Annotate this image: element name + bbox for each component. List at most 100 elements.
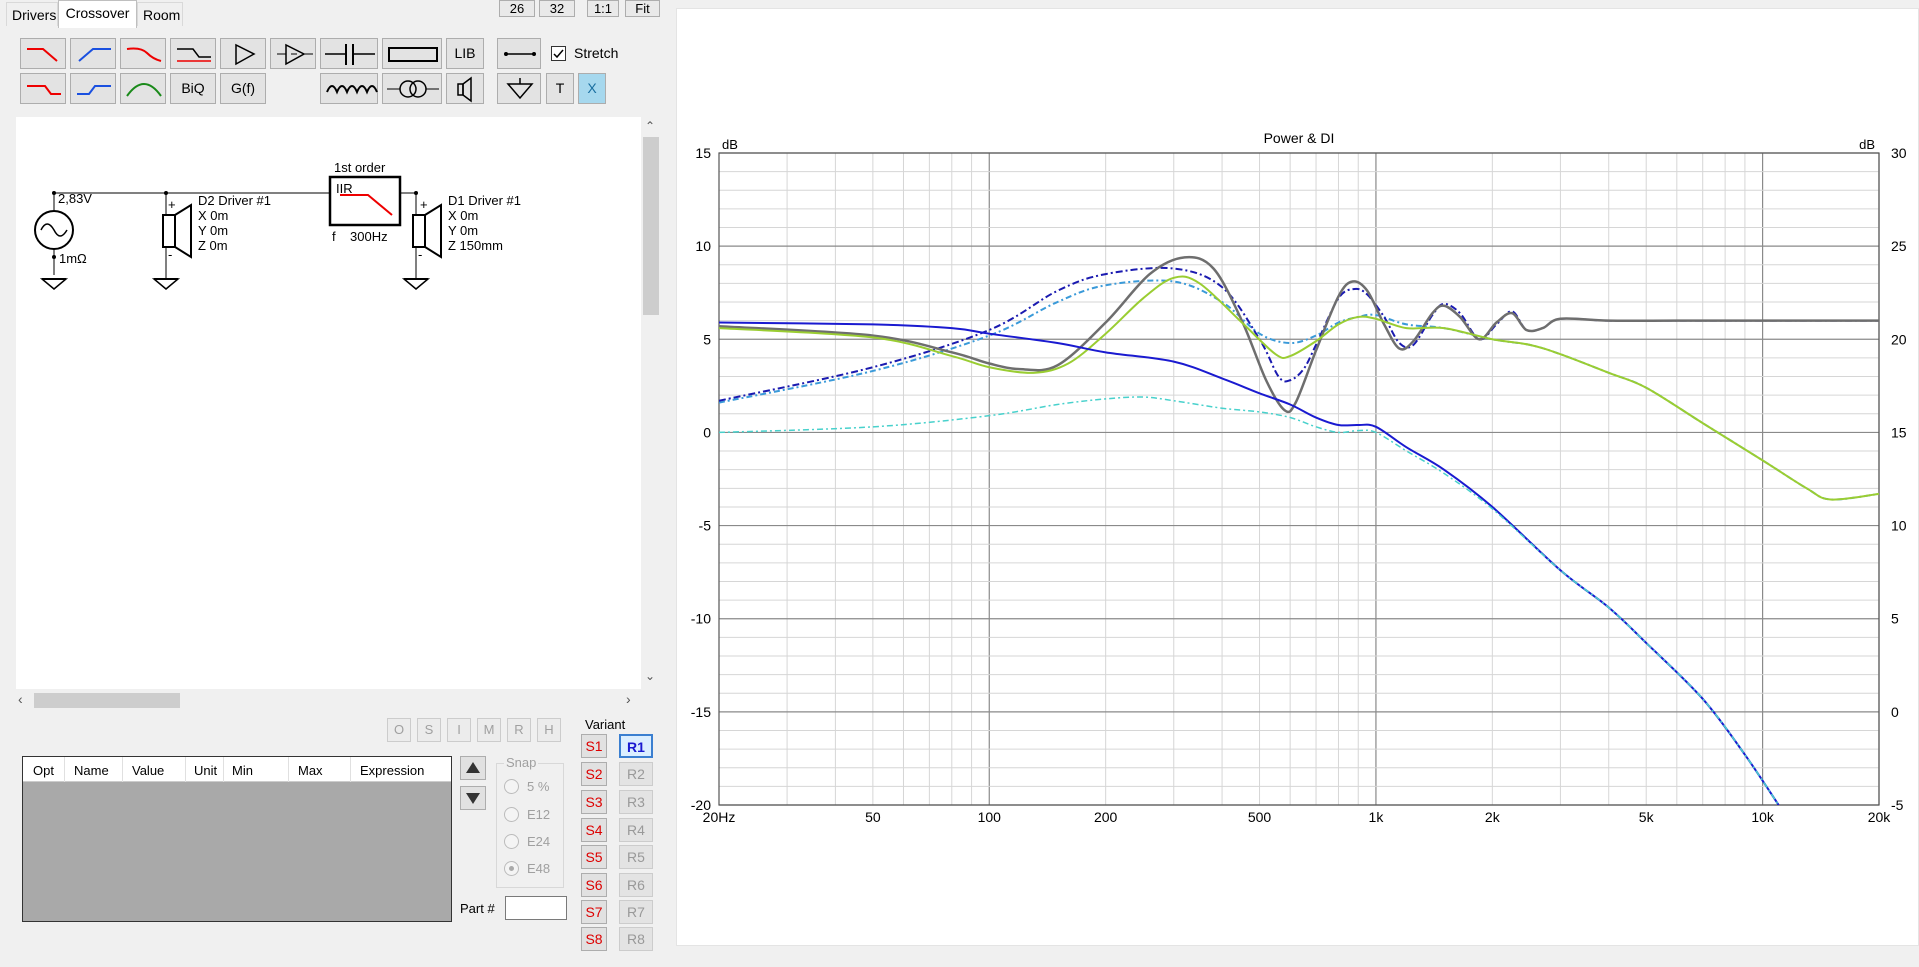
driver1-x-label: X 0m [448, 208, 478, 223]
scroll-down-icon[interactable]: ⌄ [645, 669, 655, 683]
text-button[interactable]: T [546, 73, 574, 104]
capacitor-button[interactable] [320, 38, 378, 69]
scroll-right-icon[interactable]: › [626, 691, 631, 707]
series-line-3 [719, 275, 1879, 501]
scroll-left-icon[interactable]: ‹ [18, 691, 23, 707]
col-name[interactable]: Name [65, 757, 123, 782]
y-left-tick-label: 10 [695, 238, 711, 254]
tab-crossover[interactable]: Crossover [58, 0, 137, 28]
variant-r3-button[interactable]: R3 [619, 790, 653, 814]
y-right-tick-label: 30 [1891, 145, 1907, 161]
stretch-checkbox[interactable] [551, 46, 566, 61]
snap-radio-e48[interactable] [504, 861, 519, 876]
schematic-diagram: 2,83V 1mΩ + - D2 Driver #1 X 0m Y 0m Z 0… [34, 160, 521, 290]
library-button[interactable]: LIB [446, 38, 484, 69]
high-pass-button[interactable] [70, 38, 116, 69]
variant-r5-button[interactable]: R5 [619, 845, 653, 869]
snap-label-e24: E24 [527, 834, 551, 849]
snap-radio-e12[interactable] [504, 807, 519, 822]
filter-freq-label: 300Hz [350, 229, 388, 244]
zoom-32-button[interactable]: 32 [539, 0, 575, 17]
snap-label-e12: E12 [527, 807, 551, 822]
speaker-button[interactable] [446, 73, 484, 104]
move-up-button[interactable] [460, 756, 486, 780]
mode-i-button[interactable]: I [447, 718, 471, 742]
ground-button[interactable] [497, 73, 541, 104]
chart-panel: 15 10 5 0 -5 -10 -15 -20 30 25 20 15 10 5 0 -5 20Hz 50 100… [676, 8, 1919, 946]
transformer-button[interactable] [382, 73, 442, 104]
low-pass-2-button[interactable] [20, 73, 66, 104]
variant-s6-button[interactable]: S6 [581, 873, 607, 897]
variant-r6-button[interactable]: R6 [619, 873, 653, 897]
buffer-button[interactable] [270, 38, 316, 69]
schematic-canvas[interactable]: 2,83V 1mΩ + - D2 Driver #1 X 0m Y 0m Z 0… [16, 117, 641, 689]
col-expression[interactable]: Expression [351, 757, 451, 782]
snap-radio-e24[interactable] [504, 834, 519, 849]
parts-table[interactable]: Opt Name Value Unit Min Max Expression [22, 756, 452, 922]
resistor-button[interactable] [382, 38, 442, 69]
driver1-z-label: Z 150mm [448, 238, 503, 253]
col-min[interactable]: Min [224, 757, 289, 782]
driver1-speaker-icon [412, 214, 426, 248]
fit-button[interactable]: Fit [625, 0, 660, 17]
col-value[interactable]: Value [123, 757, 186, 782]
variant-s4-button[interactable]: S4 [581, 818, 607, 842]
mode-s-button[interactable]: S [417, 718, 441, 742]
mode-h-button[interactable]: H [537, 718, 561, 742]
source-impedance-label: 1mΩ [59, 251, 87, 266]
mode-m-button[interactable]: M [477, 718, 501, 742]
driver2-minus-label: - [168, 247, 172, 262]
variant-s8-button[interactable]: S8 [581, 927, 607, 951]
snap-label-5pct: 5 % [527, 779, 550, 794]
mode-r-button[interactable]: R [507, 718, 531, 742]
horizontal-scroll-thumb[interactable] [34, 693, 180, 708]
variant-s7-button[interactable]: S7 [581, 900, 607, 924]
inductor-button[interactable] [320, 73, 378, 104]
variant-s5-button[interactable]: S5 [581, 845, 607, 869]
series-line-5 [719, 396, 1780, 805]
wire-button[interactable] [497, 38, 541, 69]
part-number-input[interactable] [505, 896, 567, 920]
biquad-button[interactable]: BiQ [170, 73, 216, 104]
vertical-scroll-thumb[interactable] [643, 137, 659, 315]
amplifier-button[interactable] [220, 38, 266, 69]
snap-radio-5pct[interactable] [504, 779, 519, 794]
zoom-1-1-button[interactable]: 1:1 [587, 0, 619, 17]
variant-r8-button[interactable]: R8 [619, 927, 653, 951]
variant-r7-button[interactable]: R7 [619, 900, 653, 924]
zoom-26-button[interactable]: 26 [499, 0, 535, 17]
x-tick-label: 200 [1094, 809, 1118, 825]
y-right-tick-label: 10 [1891, 518, 1907, 534]
tab-drivers[interactable]: Drivers [6, 2, 58, 26]
band-pass-button[interactable] [120, 73, 166, 104]
col-max[interactable]: Max [289, 757, 351, 782]
parts-table-header: Opt Name Value Unit Min Max Expression [23, 757, 451, 782]
variant-s3-button[interactable]: S3 [581, 790, 607, 814]
mode-o-button[interactable]: O [387, 718, 411, 742]
power-di-chart[interactable]: 151050-5-10-15-20302520151050-520Hz 50 100… [677, 9, 1919, 947]
horizontal-scrollbar-track[interactable]: ‹ › [16, 690, 641, 710]
low-pass-button[interactable] [20, 38, 66, 69]
variant-r4-button[interactable]: R4 [619, 818, 653, 842]
variant-s1-button[interactable]: S1 [581, 734, 607, 758]
variant-r2-button[interactable]: R2 [619, 762, 653, 786]
transfer-function-button[interactable]: G(f) [220, 73, 266, 104]
col-opt[interactable]: Opt [23, 757, 65, 782]
col-unit[interactable]: Unit [186, 757, 224, 782]
filter-type-label: IIR [336, 181, 353, 196]
splitter[interactable] [664, 0, 676, 967]
x-tick-label: 2k [1485, 809, 1501, 825]
x-tick-label: 50 [865, 809, 881, 825]
delete-button[interactable]: X [578, 73, 606, 104]
high-pass-2-button[interactable] [70, 73, 116, 104]
scroll-up-icon[interactable]: ⌃ [645, 119, 655, 133]
move-down-button[interactable] [460, 786, 486, 810]
vertical-scrollbar-track[interactable]: ⌃ ⌄ [641, 117, 661, 689]
tab-room[interactable]: Room [137, 2, 183, 26]
driver2-speaker-icon [162, 214, 176, 248]
variant-s2-button[interactable]: S2 [581, 762, 607, 786]
variant-r1-button[interactable]: R1 [619, 734, 653, 758]
shelf-button[interactable] [170, 38, 216, 69]
low-pass-curve-button[interactable] [120, 38, 166, 69]
y-right-tick-label: 0 [1891, 704, 1899, 720]
